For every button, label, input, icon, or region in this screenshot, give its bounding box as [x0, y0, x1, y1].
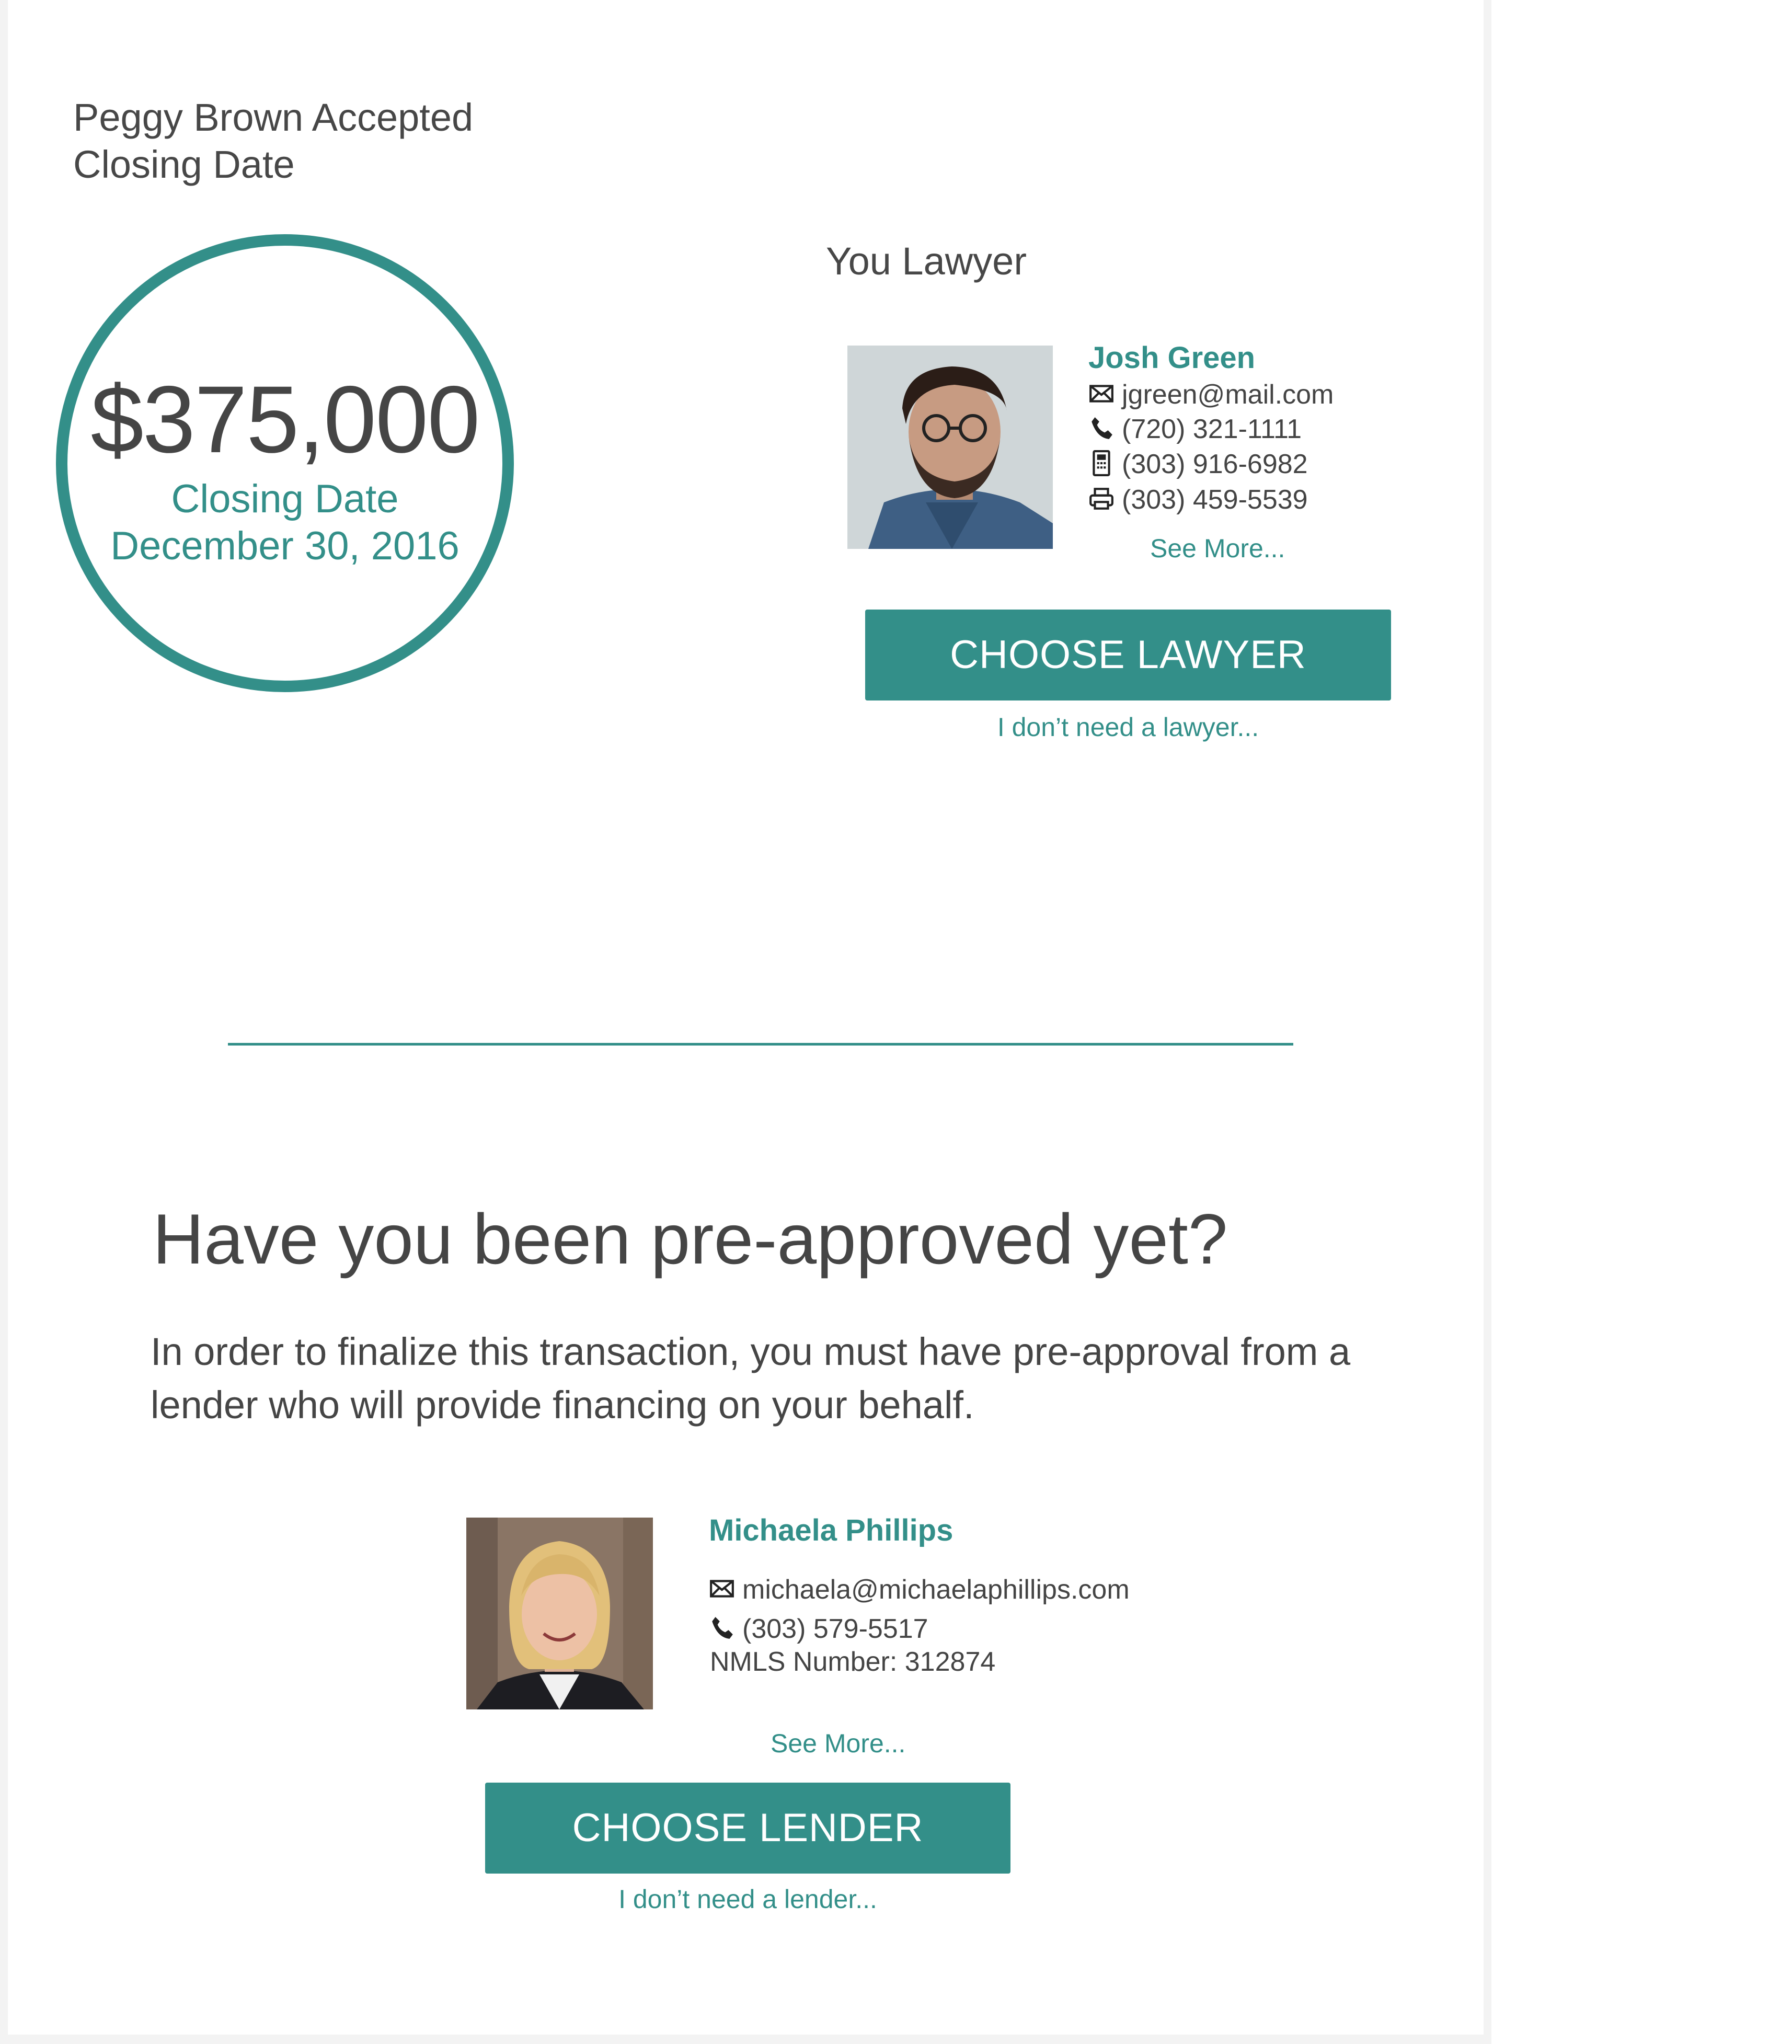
page-title-line-2: Closing Date [73, 143, 295, 186]
lender-email-row: michaela@michaelaphillips.com [709, 1572, 1130, 1607]
lawyer-mobile-row: (303) 916-6982 [1088, 447, 1308, 481]
lawyer-section-heading: You Lawyer [826, 239, 1027, 283]
lawyer-mobile[interactable]: (303) 916-6982 [1122, 449, 1308, 479]
preapproval-heading: Have you been pre-approved yet? [153, 1199, 1228, 1279]
lawyer-fax-row: (303) 459-5539 [1088, 483, 1308, 517]
lender-nmls: NMLS Number: 312874 [710, 1647, 996, 1677]
decline-lawyer-link[interactable]: I don’t need a lawyer... [865, 711, 1391, 743]
lawyer-name[interactable]: Josh Green [1088, 340, 1255, 376]
envelope-icon [709, 1576, 735, 1602]
lender-phone[interactable]: (303) 579-5517 [742, 1614, 928, 1644]
fax-icon [1088, 486, 1115, 512]
lender-email[interactable]: michaela@michaelaphillips.com [742, 1575, 1130, 1605]
page-title-line-1: Peggy Brown Accepted [73, 96, 474, 139]
price-amount: $375,000 [90, 366, 480, 473]
lawyer-phone[interactable]: (720) 321-1111 [1122, 414, 1302, 444]
page-frame-right [1484, 0, 1491, 2044]
lender-phone-row: (303) 579-5517 [709, 1612, 928, 1646]
lawyer-email-row: jgreen@mail.com [1088, 377, 1334, 412]
lawyer-phone-row: (720) 321-1111 [1088, 412, 1302, 446]
decline-lender-link[interactable]: I don’t need a lender... [485, 1883, 1010, 1915]
page-frame-left [0, 0, 8, 2044]
lender-see-more-link[interactable]: See More... [771, 1727, 905, 1760]
envelope-icon [1088, 381, 1115, 407]
phone-icon [1088, 415, 1115, 441]
lawyer-fax[interactable]: (303) 459-5539 [1122, 485, 1308, 515]
preapproval-description: In order to finalize this transaction, y… [151, 1330, 1351, 1427]
phone-icon [709, 1615, 735, 1641]
mobile-phone-icon [1088, 450, 1115, 476]
lawyer-email[interactable]: jgreen@mail.com [1122, 380, 1334, 410]
lawyer-avatar [847, 346, 1053, 549]
page-frame-bottom [0, 2035, 1491, 2044]
closing-date-value: December 30, 2016 [110, 524, 460, 568]
section-divider [228, 1043, 1293, 1046]
choose-lawyer-button[interactable]: CHOOSE LAWYER [865, 610, 1391, 701]
closing-date-label: Closing Date [171, 477, 399, 521]
lender-name[interactable]: Michaela Phillips [709, 1512, 953, 1549]
lender-avatar [466, 1518, 653, 1709]
choose-lender-button[interactable]: CHOOSE LENDER [485, 1783, 1010, 1874]
price-summary-circle: $375,000 Closing Date December 30, 2016 [56, 234, 514, 692]
lawyer-see-more-link[interactable]: See More... [1150, 532, 1285, 565]
page-title: Peggy Brown Accepted Closing Date [73, 94, 596, 188]
